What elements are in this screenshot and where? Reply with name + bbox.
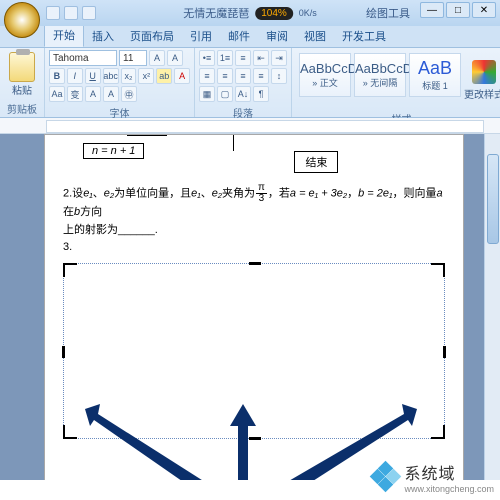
shading-icon[interactable]: ▦ [199,86,215,102]
scroll-thumb[interactable] [487,154,499,244]
watermark: 系统域 www.xitongcheng.com [372,460,494,494]
font-size-combo[interactable]: 11 [119,50,147,66]
indent-inc-icon[interactable]: ⇥ [271,50,287,66]
clear-format-icon[interactable]: Aa [49,86,65,102]
crop-handle-br[interactable] [431,425,445,439]
watermark-brand: 系统域 [404,460,494,484]
superscript-button[interactable]: x² [138,68,154,84]
handle-top[interactable] [249,262,261,265]
group-styles: AaBbCcD » 正文 AaBbCcD » 无间隔 AaB 标题 1 更改样式… [292,48,500,117]
grow-font-icon[interactable]: A [149,50,165,66]
annotation-arrow-left [80,404,210,480]
handle-left[interactable] [62,346,65,358]
group-paragraph: •≡ 1≡ ≡ ⇤ ⇥ ≡ ≡ ≡ ≡ ↕ ▦ ▢ A↓ ¶ 段落 [195,48,292,117]
strike-button[interactable]: abc [103,68,119,84]
underline-button[interactable]: U [85,68,101,84]
title-extra: 0K/s [299,8,317,18]
ribbon: 粘贴 剪贴板 Tahoma 11 A A B I U abc x₂ x² ab … [0,48,500,118]
font-color-icon[interactable]: A [174,68,190,84]
style-nospacing[interactable]: AaBbCcD » 无间隔 [354,53,406,97]
tab-layout[interactable]: 页面布局 [122,25,182,47]
align-center-icon[interactable]: ≡ [217,68,233,84]
tab-home[interactable]: 开始 [44,23,84,47]
line-spacing-icon[interactable]: ↕ [271,68,287,84]
crop-handle-tr[interactable] [431,263,445,277]
bold-button[interactable]: B [49,68,65,84]
group-label-clipboard: 剪贴板 [4,100,40,117]
tab-view[interactable]: 视图 [296,25,334,47]
flow-formula-box: n = n + 1 [83,143,144,159]
show-marks-icon[interactable]: ¶ [253,86,269,102]
align-right-icon[interactable]: ≡ [235,68,251,84]
bullets-icon[interactable]: •≡ [199,50,215,66]
tab-mail[interactable]: 邮件 [220,25,258,47]
office-button[interactable] [4,2,40,38]
quick-access-toolbar[interactable] [46,6,96,20]
italic-button[interactable]: I [67,68,83,84]
justify-icon[interactable]: ≡ [253,68,269,84]
context-tab-title: 绘图工具 [366,5,410,21]
align-left-icon[interactable]: ≡ [199,68,215,84]
minimize-button[interactable]: — [420,2,444,18]
tab-dev[interactable]: 开发工具 [334,25,394,47]
handle-right[interactable] [443,346,446,358]
problem-text: 2.设e₁、e₂为单位向量，且e₁、e₂夹角为π3，若a = e₁ + 3e₂，… [63,183,445,257]
indent-dec-icon[interactable]: ⇤ [253,50,269,66]
horizontal-ruler[interactable] [0,118,500,134]
font-name-combo[interactable]: Tahoma [49,50,117,66]
style-normal[interactable]: AaBbCcD » 正文 [299,53,351,97]
group-clipboard: 粘贴 剪贴板 [0,48,45,117]
paste-button[interactable]: 粘贴 [12,82,32,97]
flow-end-box: 结束 [294,151,338,173]
change-styles-button[interactable]: 更改样式 [464,53,500,107]
subscript-button[interactable]: x₂ [121,68,137,84]
char-shading-icon[interactable]: A [103,86,119,102]
tab-insert[interactable]: 插入 [84,25,122,47]
ribbon-tabs: 开始 插入 页面布局 引用 邮件 审阅 视图 开发工具 [0,26,500,48]
enclose-icon[interactable]: ㊥ [121,86,137,102]
group-font: Tahoma 11 A A B I U abc x₂ x² ab A Aa 变 … [45,48,195,117]
tab-references[interactable]: 引用 [182,25,220,47]
close-button[interactable]: ✕ [472,2,496,18]
multilevel-icon[interactable]: ≡ [235,50,251,66]
title-badge: 104% [255,7,293,20]
document-area: n = n + 1 结束 2.设e₁、e₂为单位向量，且e₁、e₂夹角为π3，若… [0,134,500,480]
phonetic-icon[interactable]: 变 [67,86,83,102]
title-bar: 无情无魔琵琶 104% 0K/s 绘图工具 — □ ✕ [0,0,500,26]
crop-handle-bl[interactable] [63,425,77,439]
border-char-icon[interactable]: A [85,86,101,102]
document-title: 无情无魔琵琶 [183,5,249,21]
crop-handle-tl[interactable] [63,263,77,277]
vertical-scrollbar[interactable] [484,134,500,480]
sort-icon[interactable]: A↓ [235,86,251,102]
watermark-logo-icon [372,463,400,491]
numbering-icon[interactable]: 1≡ [217,50,233,66]
qat-undo-icon[interactable] [64,6,78,20]
tab-review[interactable]: 审阅 [258,25,296,47]
style-heading1[interactable]: AaB 标题 1 [409,53,461,97]
shrink-font-icon[interactable]: A [167,50,183,66]
change-styles-icon [472,60,496,84]
annotation-arrow-center [228,404,258,480]
paste-icon[interactable] [9,52,35,82]
qat-save-icon[interactable] [46,6,60,20]
borders-icon[interactable]: ▢ [217,86,233,102]
highlight-icon[interactable]: ab [156,68,172,84]
watermark-url: www.xitongcheng.com [404,484,494,494]
maximize-button[interactable]: □ [446,2,470,18]
qat-redo-icon[interactable] [82,6,96,20]
